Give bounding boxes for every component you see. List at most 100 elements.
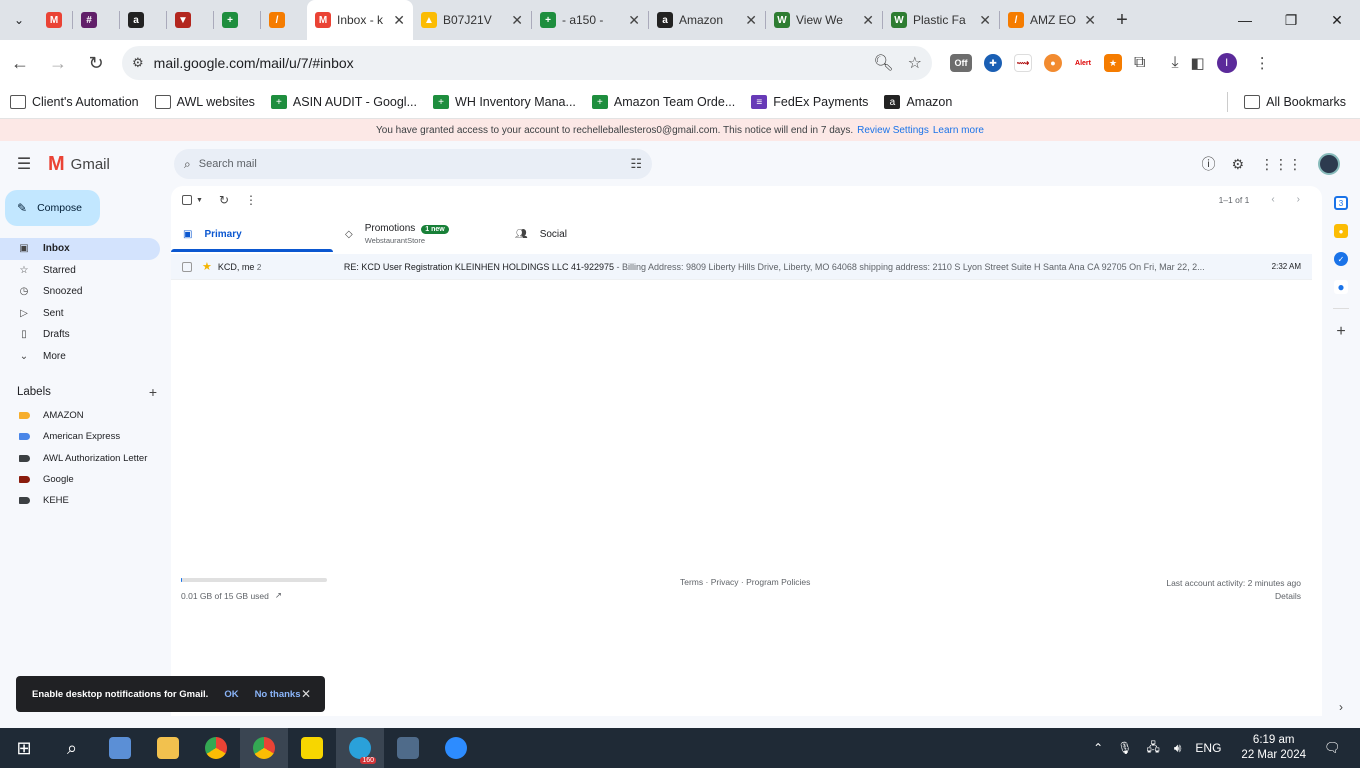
label-item-amazon[interactable]: AMAZON <box>0 405 160 426</box>
tasks-icon[interactable]: ✓ <box>1334 252 1348 266</box>
browser-menu-icon[interactable]: ⋮ <box>1255 54 1270 72</box>
browser-tab-tool[interactable]: / <box>261 0 307 40</box>
site-info-icon[interactable]: ⚙ <box>132 55 144 71</box>
more-options-icon[interactable]: ⋮ <box>245 193 257 207</box>
calendar-icon[interactable]: 3 <box>1334 196 1348 210</box>
browser-tab-plastic[interactable]: W Plastic Fa ✕ <box>883 0 999 40</box>
language-indicator[interactable]: ENG <box>1195 741 1221 755</box>
search-bar[interactable]: ⌕ Search mail ☷ <box>174 149 652 179</box>
chevron-up-icon[interactable]: ⌃ <box>1093 741 1103 755</box>
chevron-right-icon[interactable]: › <box>1339 700 1343 714</box>
select-menu-icon[interactable]: ▼ <box>196 197 203 204</box>
minimize-icon[interactable]: — <box>1222 0 1268 40</box>
apps-grid-icon[interactable]: ⋮⋮⋮ <box>1260 156 1302 173</box>
taskbar-app-files[interactable] <box>96 728 144 768</box>
all-bookmarks[interactable]: All Bookmarks <box>1244 95 1346 109</box>
taskbar-app-chrome-profile[interactable] <box>240 728 288 768</box>
bookmark-asin-audit[interactable]: + ASIN AUDIT - Googl... <box>270 95 417 109</box>
browser-tab-amazon[interactable]: a <box>120 0 166 40</box>
label-item-google[interactable]: Google <box>0 469 160 490</box>
bookmark-star-icon[interactable]: ☆ <box>908 53 922 73</box>
side-panel-icon[interactable]: ◧ <box>1191 54 1205 72</box>
extension-blue-icon[interactable]: ✚ <box>984 54 1002 72</box>
refresh-icon[interactable]: ↻ <box>219 193 229 207</box>
gear-icon[interactable]: ⚙ <box>1231 156 1244 173</box>
bookmark-amazon-team-orders[interactable]: + Amazon Team Orde... <box>591 95 735 109</box>
star-icon[interactable]: ★ <box>202 260 212 273</box>
nav-item-starred[interactable]: ☆ Starred <box>0 260 160 282</box>
extension-alert-icon[interactable]: Alert <box>1074 54 1092 72</box>
review-settings-link[interactable]: Review Settings <box>857 125 929 136</box>
gmail-logo[interactable]: M Gmail <box>48 153 174 176</box>
extension-off-icon[interactable]: Off <box>950 54 972 72</box>
restore-icon[interactable]: ❐ <box>1268 0 1314 40</box>
add-app-icon[interactable]: + <box>1336 323 1345 341</box>
extension-star-icon[interactable]: ★ <box>1104 54 1122 72</box>
close-icon[interactable]: ✕ <box>622 12 640 29</box>
browser-tab-drive[interactable]: ▲ B07J21V ✕ <box>413 0 531 40</box>
browser-tab-inbox[interactable]: M Inbox - k ✕ <box>307 0 413 40</box>
main-menu-button[interactable]: ☰ <box>0 154 48 174</box>
browser-tab-amazon-2[interactable]: a Amazon ✕ <box>649 0 765 40</box>
tab-primary[interactable]: ▣ Primary <box>171 216 333 252</box>
label-item-awl-authorization[interactable]: AWL Authorization Letter <box>0 448 160 469</box>
network-icon[interactable]: 🖧︎ <box>1146 738 1159 759</box>
row-checkbox[interactable] <box>182 261 192 272</box>
browser-tab-view-we[interactable]: W View We ✕ <box>766 0 882 40</box>
add-label-icon[interactable]: + <box>149 384 157 400</box>
close-window-icon[interactable]: ✕ <box>1314 0 1360 40</box>
back-button[interactable]: ← <box>2 45 38 81</box>
email-row[interactable]: ★ KCD, me 2 RE: KCD User Registration KL… <box>171 254 1312 280</box>
bookmark-amazon[interactable]: a Amazon <box>884 95 952 109</box>
close-icon[interactable]: ✕ <box>973 12 991 29</box>
bookmark-wh-inventory[interactable]: + WH Inventory Mana... <box>433 95 576 109</box>
chevron-right-icon[interactable]: › <box>1297 194 1300 205</box>
select-all-checkbox[interactable] <box>182 195 192 205</box>
reload-button[interactable]: ↻ <box>78 45 114 81</box>
taskbar-app-chrome[interactable] <box>192 728 240 768</box>
chevron-left-icon[interactable]: ‹ <box>1271 194 1274 205</box>
notifications-icon[interactable]: 🗨︎ <box>1324 740 1360 756</box>
search-options-icon[interactable]: ☷ <box>630 156 642 172</box>
nav-item-snoozed[interactable]: ◷ Snoozed <box>0 281 160 303</box>
clock[interactable]: 6:19 am 22 Mar 2024 <box>1241 733 1306 763</box>
bookmark-fedex-payments[interactable]: ≡ FedEx Payments <box>751 95 868 109</box>
contacts-icon[interactable]: ● <box>1334 280 1348 294</box>
label-item-american-express[interactable]: American Express <box>0 426 160 447</box>
browser-tab-a150[interactable]: + - a150 - ✕ <box>532 0 648 40</box>
microphone-icon[interactable]: 🎙︎ <box>1117 741 1132 755</box>
nav-item-sent[interactable]: ▷ Sent <box>0 303 160 325</box>
browser-tab-slack[interactable]: # <box>73 0 119 40</box>
address-bar[interactable]: ⚙ mail.google.com/mail/u/7/#inbox 🔍︎ ☆ <box>122 46 932 80</box>
browser-tab-shield[interactable]: ▼ <box>167 0 213 40</box>
snackbar-no-thanks-button[interactable]: No thanks <box>255 689 301 700</box>
browser-tab-gmail[interactable]: M <box>38 0 72 40</box>
details-link[interactable]: Details <box>1166 590 1301 603</box>
footer-links[interactable]: Terms · Privacy · Program Policies <box>680 577 810 587</box>
extension-orange-icon[interactable]: ● <box>1044 54 1062 72</box>
account-avatar[interactable] <box>1318 153 1340 175</box>
external-link-icon[interactable]: ↗ <box>275 590 282 601</box>
volume-icon[interactable]: 🔊︎ <box>1174 741 1182 756</box>
bookmark-awl-websites[interactable]: AWL websites <box>154 95 255 109</box>
extensions-puzzle-icon[interactable]: ⧉ <box>1134 54 1145 72</box>
keep-icon[interactable]: ● <box>1334 224 1348 238</box>
url-text[interactable]: mail.google.com/mail/u/7/#inbox <box>154 55 354 71</box>
learn-more-link[interactable]: Learn more <box>933 125 984 136</box>
taskbar-app-sticky-notes[interactable] <box>288 728 336 768</box>
compose-button[interactable]: ✎ Compose <box>5 190 100 226</box>
bookmark-clients-automation[interactable]: Client's Automation <box>10 95 139 109</box>
close-icon[interactable]: ✕ <box>387 12 405 29</box>
label-item-kehe[interactable]: KEHE <box>0 490 160 511</box>
taskbar-app-telegram[interactable]: 160 <box>336 728 384 768</box>
tab-social[interactable]: 👥︎ Social <box>503 216 665 252</box>
forward-button[interactable]: → <box>40 45 76 81</box>
help-icon[interactable]: ⓘ <box>1201 154 1215 174</box>
tab-promotions[interactable]: ◇ Promotions 1 new WebstaurantStore <box>333 216 503 252</box>
close-icon[interactable]: ✕ <box>505 12 523 29</box>
profile-avatar[interactable]: I <box>1216 53 1237 73</box>
taskbar-app-folder[interactable] <box>144 728 192 768</box>
new-tab-button[interactable]: + <box>1104 9 1140 32</box>
close-icon[interactable]: ✕ <box>1078 12 1096 29</box>
nav-item-drafts[interactable]: ▯ Drafts <box>0 324 160 346</box>
